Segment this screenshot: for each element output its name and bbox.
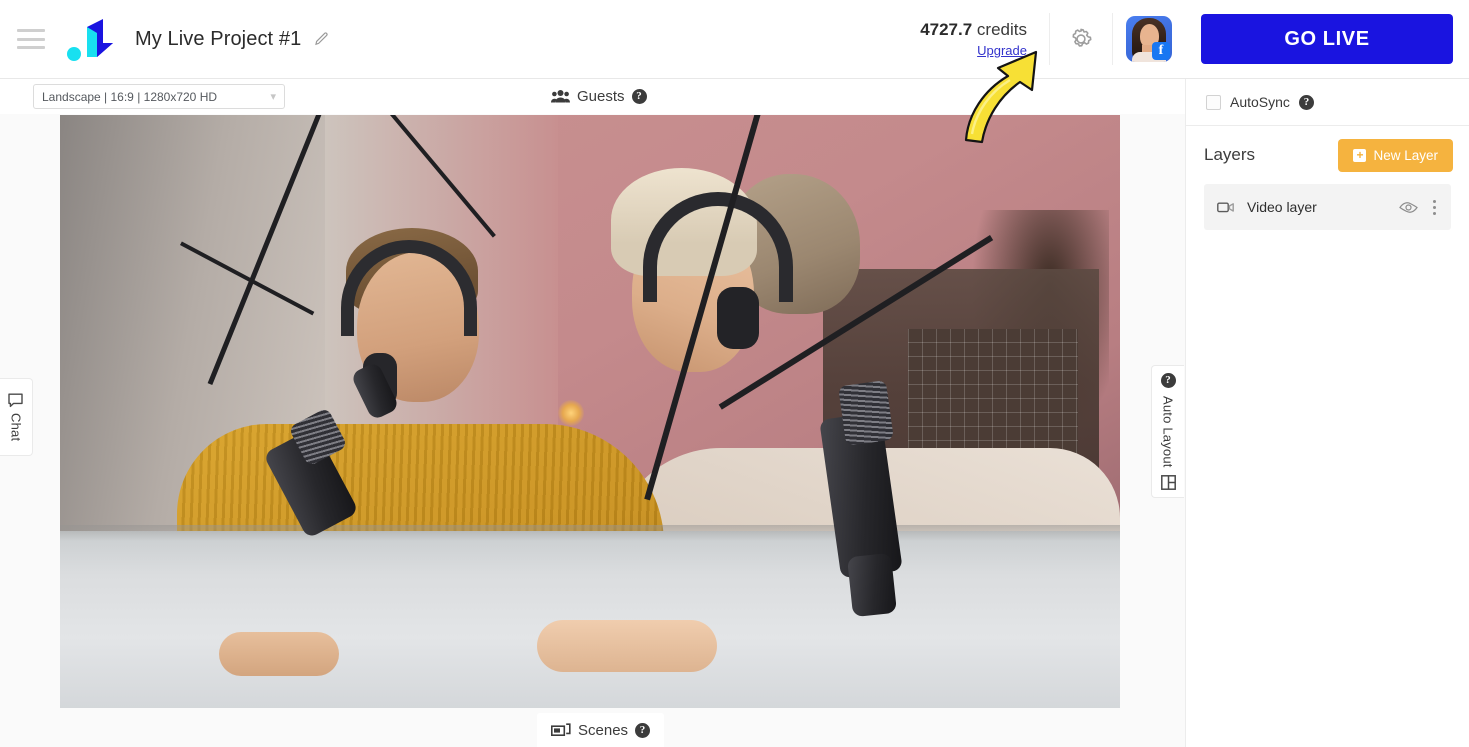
- gear-icon[interactable]: [1050, 0, 1112, 78]
- video-camera-icon: [1217, 202, 1234, 212]
- autosync-checkbox[interactable]: [1206, 94, 1221, 110]
- layers-title: Layers: [1204, 145, 1256, 164]
- layer-name: Video layer: [1247, 199, 1317, 215]
- plus-icon: +: [1353, 148, 1367, 162]
- tab-auto-layout-label: Auto Layout: [1160, 395, 1176, 468]
- help-circle-icon[interactable]: ?: [1160, 372, 1176, 388]
- header-right-group: 4727.7 credits Upgrade f: [920, 0, 1185, 78]
- tab-chat[interactable]: Chat: [0, 378, 33, 456]
- video-canvas-area: [0, 114, 1185, 747]
- facebook-badge: f: [1152, 42, 1170, 60]
- list-item[interactable]: Video layer: [1204, 184, 1451, 230]
- autosync-row: AutoSync ?: [1186, 79, 1469, 126]
- restream-logo-icon: [63, 13, 121, 65]
- layers-panel: AutoSync ? Layers + New Layer Video laye…: [1185, 79, 1469, 747]
- screen-icon: [551, 722, 571, 736]
- help-circle-icon[interactable]: ?: [1298, 94, 1314, 110]
- app-header: My Live Project #1 4727.7 credits Upgrad…: [0, 0, 1185, 79]
- upgrade-link[interactable]: Upgrade: [920, 43, 1027, 59]
- kebab-menu-icon[interactable]: [1431, 198, 1438, 217]
- pencil-edit-icon[interactable]: [313, 30, 331, 48]
- layer-actions: [1399, 198, 1438, 217]
- help-circle-icon[interactable]: ?: [635, 722, 651, 738]
- help-circle-icon[interactable]: ?: [631, 88, 647, 104]
- layout-grid-icon: [1160, 475, 1176, 491]
- tab-scenes[interactable]: Scenes ?: [537, 713, 665, 747]
- tab-scenes-label: Scenes: [578, 721, 629, 739]
- video-preview[interactable]: [60, 115, 1120, 709]
- autosync-label: AutoSync: [1230, 94, 1290, 110]
- chevron-down-icon: ▾: [270, 91, 276, 103]
- credits-text: 4727.7 credits: [920, 20, 1027, 40]
- new-layer-button[interactable]: + New Layer: [1338, 138, 1453, 172]
- tab-guests[interactable]: Guests ?: [537, 80, 661, 112]
- avatar[interactable]: f: [1113, 0, 1185, 78]
- layers-header: Layers + New Layer: [1186, 126, 1469, 184]
- tab-auto-layout[interactable]: ? Auto Layout: [1151, 365, 1184, 498]
- chat-bubble-icon: [8, 393, 23, 407]
- app-root: My Live Project #1 4727.7 credits Upgrad…: [0, 0, 1469, 747]
- new-layer-label: New Layer: [1373, 147, 1438, 163]
- go-live-button[interactable]: GO LIVE: [1201, 14, 1453, 64]
- credits-block: 4727.7 credits Upgrade: [920, 20, 1049, 59]
- aspect-ratio-select[interactable]: Landscape | 16:9 | 1280x720 HD ▾: [33, 84, 285, 109]
- people-icon: [551, 89, 570, 102]
- tab-chat-label: Chat: [8, 412, 24, 442]
- aspect-ratio-value: Landscape | 16:9 | 1280x720 HD: [42, 89, 218, 104]
- credits-value: 4727.7: [920, 19, 973, 39]
- page-title: My Live Project #1: [135, 27, 302, 50]
- credits-label: credits: [976, 19, 1027, 39]
- eye-icon: [1399, 201, 1418, 213]
- tab-guests-label: Guests: [577, 87, 625, 105]
- golive-bar: GO LIVE: [1185, 0, 1469, 79]
- hamburger-menu-icon[interactable]: [17, 29, 45, 49]
